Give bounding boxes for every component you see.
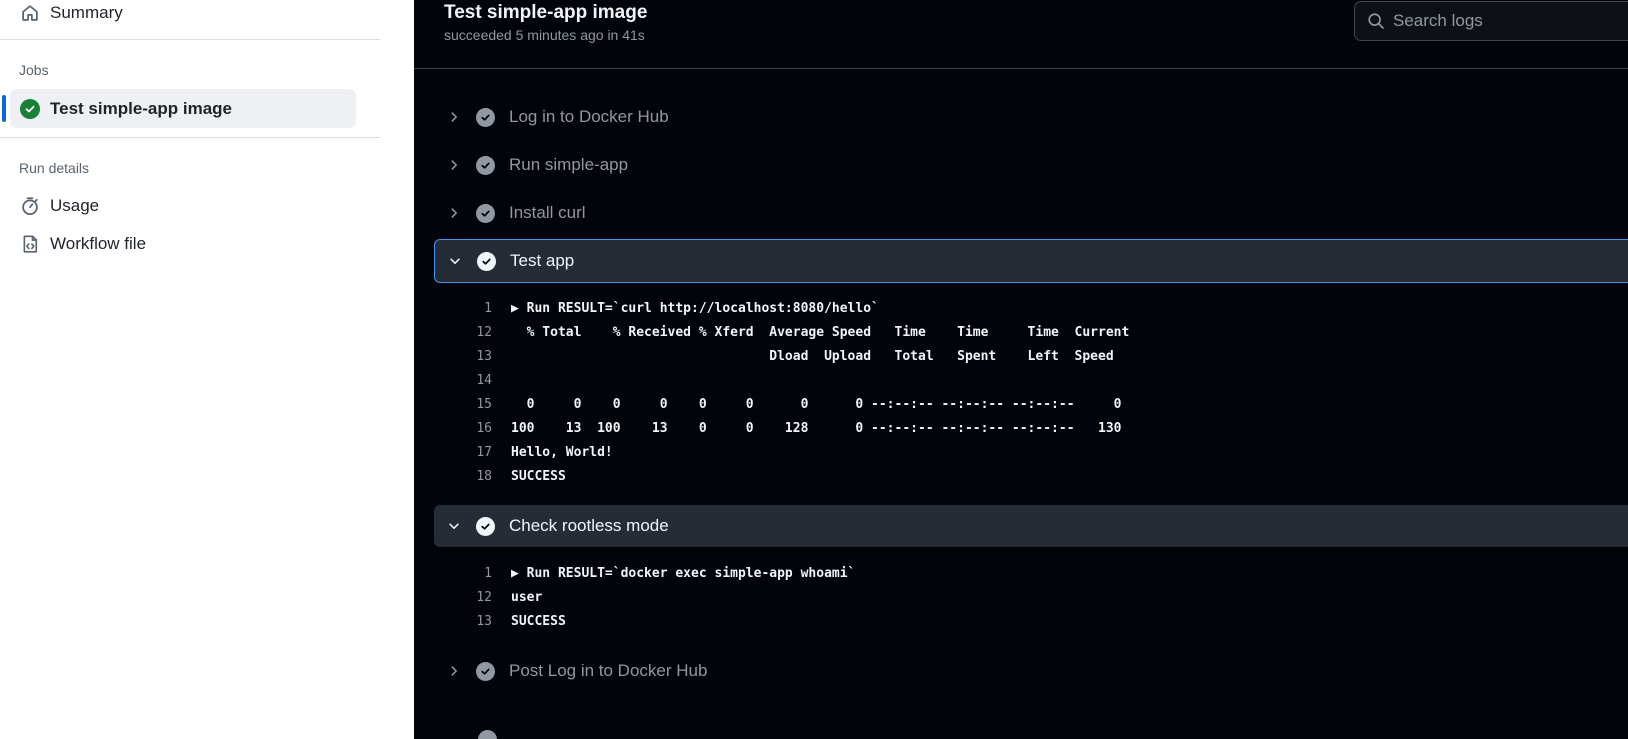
jobs-heading: Jobs: [19, 62, 49, 78]
log-line: 14: [470, 368, 511, 392]
log-line: 12 % Total % Received % Xferd Average Sp…: [470, 320, 1129, 344]
line-number: 1: [484, 300, 492, 316]
line-number: 15: [476, 396, 492, 412]
step-success-icon: [478, 730, 497, 739]
step-success-icon: [476, 661, 495, 681]
step-success-icon: [477, 251, 496, 271]
step-name: Log in to Docker Hub: [509, 107, 669, 126]
active-job-indicator: [2, 95, 6, 122]
step-check-rootless-mode[interactable]: Check rootless mode: [434, 505, 1628, 547]
line-number: 12: [476, 324, 492, 340]
log-line: 17 Hello, World!: [470, 440, 613, 464]
job-item-test-simple-app-image[interactable]: Test simple-app image: [10, 89, 356, 128]
line-number: 13: [476, 348, 492, 364]
log-text: SUCCESS: [511, 468, 566, 484]
log-line[interactable]: 1 ▶ Run RESULT=`docker exec simple-app wh…: [470, 561, 855, 585]
step-name: Test app: [510, 251, 575, 270]
search-icon: [1367, 12, 1385, 30]
search-logs-box[interactable]: [1354, 1, 1628, 41]
log-line: 12 user: [470, 585, 542, 609]
line-number: 17: [476, 444, 492, 460]
log-line: 18 SUCCESS: [470, 464, 566, 488]
workflow-file-label: Workflow file: [50, 234, 147, 253]
sidebar: Summary Jobs Test simple-app image Run d…: [0, 0, 414, 739]
line-number: 18: [476, 468, 492, 484]
job-status: succeeded 5 minutes ago in 41s: [444, 27, 645, 43]
log-line: 13 Dload Upload Total Spent Left Speed: [470, 344, 1114, 368]
job-log-panel: Test simple-app image succeeded 5 minute…: [414, 0, 1628, 739]
log-line[interactable]: 1 ▶ Run RESULT=`curl http://localhost:808…: [470, 296, 879, 320]
summary-label: Summary: [50, 3, 123, 22]
sidebar-divider: [0, 137, 380, 138]
chevron-right-icon: [444, 661, 464, 681]
workflow-file-link[interactable]: Workflow file: [19, 230, 146, 258]
step-name: Install curl: [509, 203, 586, 222]
line-number: 1: [484, 565, 492, 581]
log-text: % Total % Received % Xferd Average Speed…: [511, 324, 1130, 340]
step-log-in-to-docker-hub[interactable]: Log in to Docker Hub: [434, 96, 1628, 138]
search-logs-input[interactable]: [1393, 11, 1613, 31]
chevron-right-icon: [444, 155, 464, 175]
step-install-curl[interactable]: Install curl: [434, 192, 1628, 234]
log-line: 16 100 13 100 13 0 0 128 0 --:--:-- --:--…: [470, 416, 1121, 440]
stopwatch-icon: [19, 195, 41, 217]
sidebar-divider: [0, 39, 380, 40]
step-success-icon: [476, 516, 495, 536]
home-icon: [19, 2, 41, 24]
log-text: Hello, World!: [511, 444, 613, 460]
log-text: ▶ Run RESULT=`curl http://localhost:8080…: [511, 300, 879, 316]
step-name: Post Log in to Docker Hub: [509, 661, 708, 680]
file-code-icon: [19, 233, 41, 255]
log-text: ▶ Run RESULT=`docker exec simple-app who…: [511, 565, 856, 581]
line-number: 12: [476, 589, 492, 605]
usage-link[interactable]: Usage: [19, 192, 99, 220]
step-run-simple-app[interactable]: Run simple-app: [434, 144, 1628, 186]
step-success-icon: [476, 203, 495, 223]
line-number: 13: [476, 613, 492, 629]
chevron-down-icon: [445, 251, 465, 271]
summary-link[interactable]: Summary: [19, 0, 123, 27]
step-success-icon: [476, 155, 495, 175]
job-label: Test simple-app image: [50, 98, 233, 118]
log-text: 0 0 0 0 0 0 0 0 --:--:-- --:--:-- --:--:…: [511, 396, 1122, 412]
log-text: SUCCESS: [511, 613, 566, 629]
step-name: Run simple-app: [509, 155, 629, 174]
job-title: Test simple-app image: [444, 2, 648, 23]
log-text: Dload Upload Total Spent Left Speed: [511, 348, 1114, 364]
usage-label: Usage: [50, 196, 100, 215]
header-divider: [414, 68, 1628, 69]
step-post-log-in-to-docker-hub[interactable]: Post Log in to Docker Hub: [434, 650, 1628, 692]
step-name: Check rootless mode: [509, 516, 669, 535]
log-line: 15 0 0 0 0 0 0 0 0 --:--:-- --:--:-- --:…: [470, 392, 1121, 416]
line-number: 16: [476, 420, 492, 436]
step-test-app[interactable]: Test app: [434, 239, 1628, 283]
chevron-down-icon: [444, 516, 464, 536]
success-check-icon: [20, 98, 40, 119]
step-success-icon: [476, 107, 495, 127]
line-number: 14: [476, 372, 492, 388]
run-details-heading: Run details: [19, 160, 90, 176]
chevron-right-icon: [444, 203, 464, 223]
log-text: user: [511, 589, 543, 605]
chevron-right-icon: [444, 107, 464, 127]
log-line: 13 SUCCESS: [470, 609, 566, 633]
log-text: 100 13 100 13 0 0 128 0 --:--:-- --:--:-…: [511, 420, 1122, 436]
